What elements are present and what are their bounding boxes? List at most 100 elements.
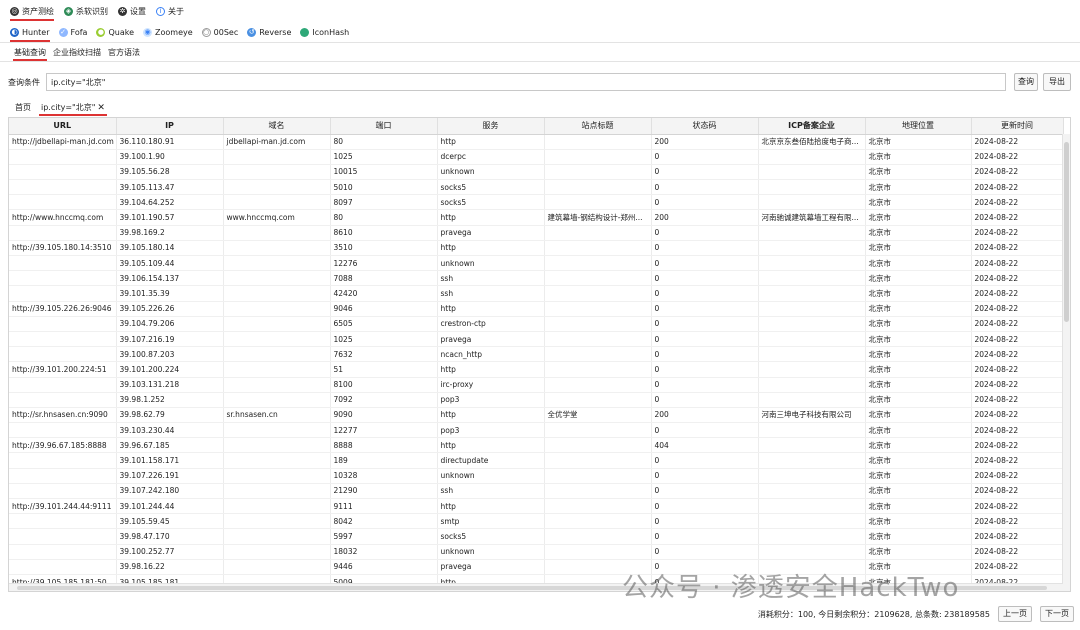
table-cell bbox=[9, 164, 117, 181]
tab-current-query[interactable]: ip.city="北京" ✕ bbox=[39, 101, 107, 116]
table-cell bbox=[544, 316, 652, 332]
table-row[interactable]: 39.104.64.252 8097 socks5 0 北京市 2024-08-22 bbox=[9, 194, 1064, 211]
table-row[interactable]: 39.104.79.206 6505 crestron-ctp 0 北京市 2024-08… bbox=[9, 316, 1064, 332]
nav-antivirus[interactable]: ◈ 杀软识别 bbox=[64, 0, 108, 22]
search-button[interactable]: 查询 bbox=[1014, 73, 1038, 91]
table-row[interactable]: 39.98.47.170 5997 socks5 0 北京市 2024-08-22 bbox=[9, 528, 1064, 545]
close-icon[interactable]: ✕ bbox=[97, 103, 105, 113]
table-cell: 39.98.1.252 bbox=[116, 392, 224, 408]
table-cell: 39.106.154.137 bbox=[116, 270, 224, 287]
table-row[interactable]: 39.105.113.47 5010 socks5 0 北京市 2024-08-22 bbox=[9, 179, 1064, 196]
tab-hunter[interactable]: ◐ Hunter bbox=[10, 23, 50, 42]
table-cell: 2024-08-22 bbox=[971, 498, 1064, 515]
tab-query-label: ip.city="北京" bbox=[41, 103, 96, 112]
column-header[interactable]: URL bbox=[9, 118, 117, 135]
tab-official-syntax[interactable]: 官方语法 bbox=[108, 44, 140, 61]
column-header[interactable]: 域名 bbox=[223, 118, 331, 135]
table-cell: 北京市 bbox=[865, 255, 972, 272]
column-header[interactable]: ICP备案企业 bbox=[758, 118, 866, 135]
engine-tabs: ◐ Hunter ✓ Fofa ● Quake ◉ Zoomeye ○ 00Se… bbox=[0, 23, 1080, 43]
table-row[interactable]: http://www.hnccmq.com 39.101.190.57 www.hn… bbox=[9, 209, 1064, 226]
table-row[interactable]: 39.107.242.180 21290 ssh 0 北京市 2024-08-22 bbox=[9, 483, 1064, 500]
prev-page-button[interactable]: 上一页 bbox=[998, 606, 1032, 622]
tab-00sec[interactable]: ○ 00Sec bbox=[201, 23, 238, 42]
table-cell bbox=[758, 346, 866, 363]
horizontal-scrollbar[interactable] bbox=[9, 583, 1063, 591]
tab-enterprise-scan[interactable]: 企业指纹扫描 bbox=[53, 44, 101, 61]
column-header[interactable]: 服务 bbox=[437, 118, 545, 135]
nav-label: 杀软识别 bbox=[76, 6, 108, 16]
table-cell: 0 bbox=[651, 164, 759, 181]
tab-label: Reverse bbox=[259, 28, 292, 37]
table-row[interactable]: 39.105.59.45 8042 smtp 0 北京市 2024-08-22 bbox=[9, 513, 1064, 530]
column-header[interactable]: 端口 bbox=[330, 118, 438, 135]
query-input[interactable] bbox=[46, 73, 1006, 91]
table-cell: 9111 bbox=[330, 498, 438, 515]
nav-settings[interactable]: ✲ 设置 bbox=[118, 0, 146, 22]
vertical-scrollbar[interactable] bbox=[1062, 134, 1070, 591]
table-row[interactable]: 39.107.226.191 10328 unknown 0 北京市 2024-08-22 bbox=[9, 468, 1064, 484]
tab-iconhash[interactable]: IconHash bbox=[300, 23, 349, 42]
tab-home[interactable]: 首页 bbox=[15, 101, 31, 116]
table-cell bbox=[9, 285, 117, 302]
table-cell: 北京市 bbox=[865, 513, 972, 530]
table-row[interactable]: http://sr.hnsasen.cn:9090 39.98.62.79 sr.h… bbox=[9, 407, 1064, 424]
table-cell: dcerpc bbox=[437, 149, 545, 165]
table-cell bbox=[544, 255, 652, 272]
column-header[interactable]: 站点标题 bbox=[544, 118, 652, 135]
table-cell: 0 bbox=[651, 225, 759, 241]
table-row[interactable]: http://39.105.226.26:9046 39.105.226.26 90… bbox=[9, 301, 1064, 317]
table-row[interactable]: 39.100.1.90 1025 dcerpc 0 北京市 2024-08-22 bbox=[9, 149, 1064, 165]
next-page-button[interactable]: 下一页 bbox=[1040, 606, 1074, 622]
tab-reverse[interactable]: ↺ Reverse bbox=[247, 23, 291, 42]
table-cell bbox=[544, 452, 652, 469]
table-cell: socks5 bbox=[437, 528, 545, 545]
table-cell bbox=[223, 377, 331, 393]
table-cell: 39.101.200.224 bbox=[116, 361, 224, 378]
table-row[interactable]: http://39.101.200.224:51 39.101.200.224 51… bbox=[9, 361, 1064, 378]
column-header[interactable]: IP bbox=[116, 118, 224, 135]
table-row[interactable]: 39.106.154.137 7088 ssh 0 北京市 2024-08-22 bbox=[9, 270, 1064, 287]
table-row[interactable]: 39.101.158.171 189 directupdate 0 北京市 2024-08… bbox=[9, 452, 1064, 469]
tab-zoomeye[interactable]: ◉ Zoomeye bbox=[143, 23, 193, 42]
column-header[interactable]: 状态码 bbox=[651, 118, 759, 135]
table-row[interactable]: http://39.96.67.185:8888 39.96.67.185 8888… bbox=[9, 437, 1064, 454]
export-button[interactable]: 导出 bbox=[1043, 73, 1071, 91]
table-row[interactable]: 39.105.109.44 12276 unknown 0 北京市 2024-08-22 bbox=[9, 255, 1064, 272]
table-row[interactable]: 39.98.1.252 7092 pop3 0 北京市 2024-08-22 bbox=[9, 392, 1064, 408]
table-row[interactable]: http://39.105.180.14:3510 39.105.180.14 35… bbox=[9, 240, 1064, 257]
table-row[interactable]: 39.103.131.218 8100 irc-proxy 0 北京市 2024-08-2… bbox=[9, 377, 1064, 393]
table-cell: 39.98.169.2 bbox=[116, 225, 224, 241]
table-cell bbox=[544, 468, 652, 484]
table-row[interactable]: http://jdbellapi-man.jd.com 36.110.180.91… bbox=[9, 134, 1064, 150]
table-cell: 北京市 bbox=[865, 392, 972, 408]
table-cell bbox=[223, 483, 331, 500]
tab-quake[interactable]: ● Quake bbox=[96, 23, 134, 42]
table-row[interactable]: 39.100.252.77 18032 unknown 0 北京市 2024-08-22 bbox=[9, 544, 1064, 560]
table-cell bbox=[544, 483, 652, 500]
column-header[interactable]: 更新时间 bbox=[971, 118, 1064, 135]
table-cell bbox=[223, 194, 331, 211]
table-row[interactable]: 39.100.87.203 7632 ncacn_http 0 北京市 2024-08-2… bbox=[9, 346, 1064, 363]
table-row[interactable]: 39.101.35.39 42420 ssh 0 北京市 2024-08-22 bbox=[9, 285, 1064, 302]
table-cell bbox=[223, 528, 331, 545]
tab-fofa[interactable]: ✓ Fofa bbox=[58, 23, 87, 42]
table-row[interactable]: 39.103.230.44 12277 pop3 0 北京市 2024-08-22 bbox=[9, 422, 1064, 439]
column-header[interactable]: 地理位置 bbox=[865, 118, 972, 135]
table-cell: ssh bbox=[437, 270, 545, 287]
tab-basic-query[interactable]: 基础查询 bbox=[13, 44, 47, 61]
table-row[interactable]: 39.107.216.19 1025 pravega 0 北京市 2024-08-22 bbox=[9, 331, 1064, 348]
table-row[interactable]: http://39.101.244.44:9111 39.101.244.44 91… bbox=[9, 498, 1064, 515]
table-cell bbox=[544, 301, 652, 317]
nav-about[interactable]: i 关于 bbox=[156, 0, 184, 22]
table-row[interactable]: 39.105.56.28 10015 unknown 0 北京市 2024-08-22 bbox=[9, 164, 1064, 181]
nav-asset-mapping[interactable]: ◎ 资产测绘 bbox=[10, 0, 54, 22]
table-row[interactable]: 39.98.169.2 8610 pravega 0 北京市 2024-08-22 bbox=[9, 225, 1064, 241]
table-cell bbox=[544, 392, 652, 408]
table-cell: 36.110.180.91 bbox=[116, 134, 224, 150]
table-cell: 8610 bbox=[330, 225, 438, 241]
table-cell bbox=[223, 285, 331, 302]
scroll-thumb[interactable] bbox=[1064, 142, 1069, 322]
scroll-thumb[interactable] bbox=[17, 586, 1047, 590]
table-row[interactable]: 39.98.16.22 9446 pravega 0 北京市 2024-08-22 bbox=[9, 559, 1064, 575]
